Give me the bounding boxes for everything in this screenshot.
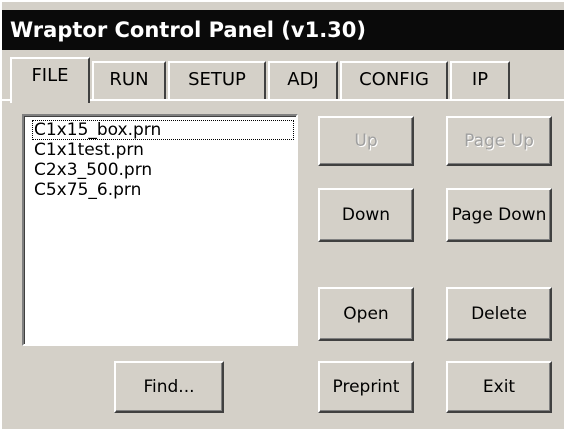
tab-adj[interactable]: ADJ: [268, 61, 338, 99]
delete-button[interactable]: Delete: [446, 287, 552, 341]
page-down-button[interactable]: Page Down: [446, 188, 552, 242]
tab-file[interactable]: FILE: [10, 57, 90, 103]
tab-run[interactable]: RUN: [92, 61, 166, 99]
exit-button[interactable]: Exit: [446, 361, 552, 413]
window-title: Wraptor Control Panel (v1.30): [2, 10, 564, 50]
file-list-item[interactable]: C1x15_box.prn: [32, 120, 294, 140]
tab-config[interactable]: CONFIG: [340, 61, 448, 99]
open-button[interactable]: Open: [318, 287, 414, 341]
control-panel-window: Wraptor Control Panel (v1.30) FILE RUN S…: [0, 0, 564, 429]
file-list-item[interactable]: C1x1test.prn: [32, 140, 296, 160]
page-up-button[interactable]: Page Up: [446, 116, 552, 166]
up-button[interactable]: Up: [318, 116, 414, 166]
tab-ip[interactable]: IP: [450, 61, 510, 99]
down-button[interactable]: Down: [318, 188, 414, 242]
tab-setup[interactable]: SETUP: [168, 61, 266, 99]
file-list-item[interactable]: C2x3_500.prn: [32, 160, 296, 180]
preprint-button[interactable]: Preprint: [318, 361, 414, 413]
file-list-item[interactable]: C5x75_6.prn: [32, 180, 296, 200]
file-list[interactable]: C1x15_box.prn C1x1test.prn C2x3_500.prn …: [22, 114, 298, 346]
tab-strip: FILE RUN SETUP ADJ CONFIG IP: [2, 54, 564, 103]
find-button[interactable]: Find...: [114, 361, 224, 413]
